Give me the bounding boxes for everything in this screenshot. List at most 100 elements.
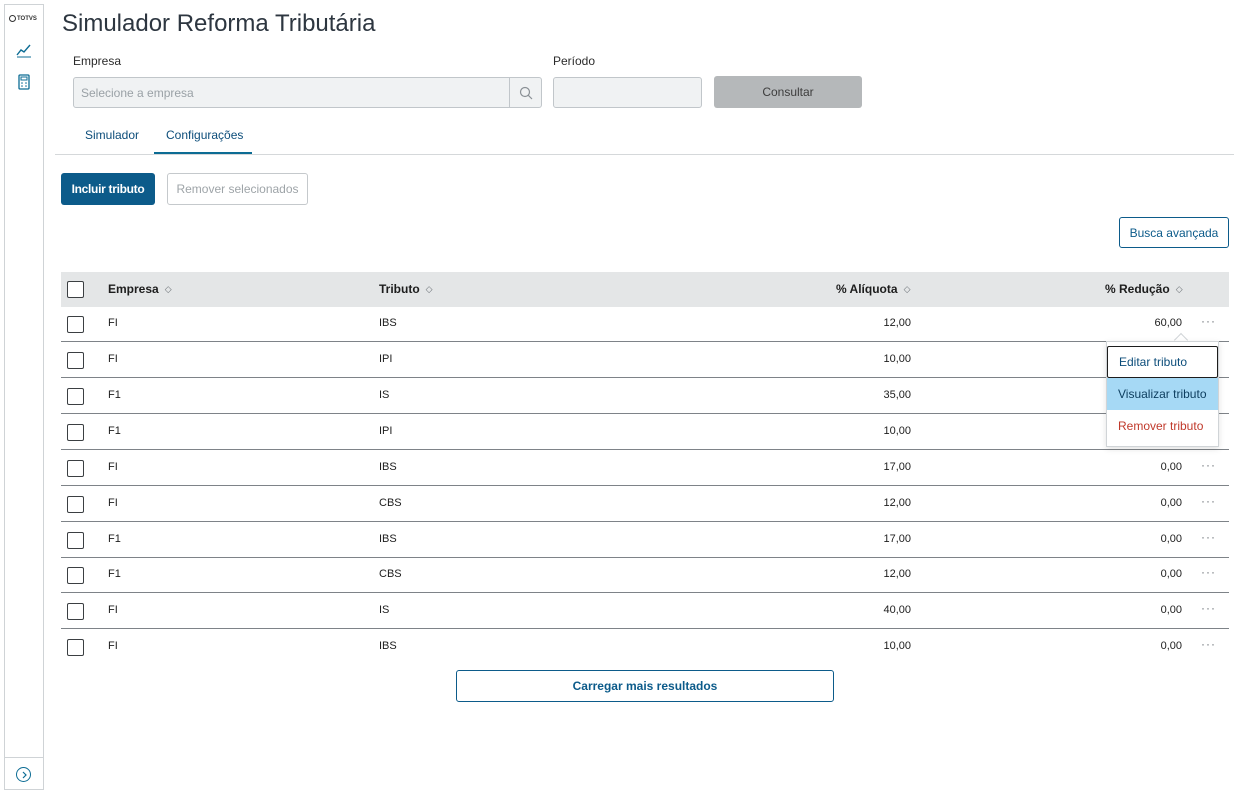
cell-aliquota: 10,00 <box>883 640 911 652</box>
row-actions-icon[interactable]: ··· <box>1201 637 1216 651</box>
row-checkbox[interactable] <box>67 639 84 656</box>
table-row: FI IBS 10,00 0,00 ··· <box>61 629 1229 665</box>
row-actions-icon[interactable]: ··· <box>1201 494 1216 508</box>
cell-empresa: F1 <box>108 568 121 580</box>
cell-aliquota: 40,00 <box>883 604 911 616</box>
table-row: F1 CBS 12,00 0,00 ··· <box>61 557 1229 593</box>
cell-reducao: 0,00 <box>1160 568 1182 580</box>
periodo-input[interactable] <box>553 77 702 108</box>
totvs-logo-text: TOTVS <box>17 15 37 22</box>
row-checkbox[interactable] <box>67 424 84 441</box>
incluir-tributo-button[interactable]: Incluir tributo <box>61 173 155 205</box>
remover-selecionados-button[interactable]: Remover selecionados <box>167 173 308 205</box>
sidebar-footer <box>5 757 43 789</box>
row-actions-menu: Editar tributo Visualizar tributo Remove… <box>1106 341 1219 447</box>
cell-reducao: 0,00 <box>1160 533 1182 545</box>
cell-tributo: CBS <box>379 497 402 509</box>
row-actions-icon[interactable]: ··· <box>1201 565 1216 579</box>
row-checkbox[interactable] <box>67 460 84 477</box>
row-actions-icon[interactable]: ··· <box>1201 530 1216 544</box>
select-all-checkbox[interactable] <box>67 281 84 298</box>
header-reducao[interactable]: % Redução ◇ <box>1105 282 1183 296</box>
empresa-input[interactable]: Selecione a empresa <box>73 77 510 108</box>
cell-reducao: 0,00 <box>1160 497 1182 509</box>
cell-tributo: CBS <box>379 568 402 580</box>
calculator-icon[interactable] <box>15 73 33 91</box>
table-row: FI IBS 12,00 60,00 ··· <box>61 306 1229 342</box>
cell-tributo: IBS <box>379 317 397 329</box>
cell-reducao: 0,00 <box>1160 461 1182 473</box>
cell-empresa: F1 <box>108 389 121 401</box>
cell-tributo: IBS <box>379 461 397 473</box>
header-reducao-label: % Redução <box>1105 282 1170 296</box>
row-checkbox[interactable] <box>67 352 84 369</box>
cell-tributo: IBS <box>379 533 397 545</box>
sort-icon: ◇ <box>903 283 911 294</box>
menu-item-editar[interactable]: Editar tributo <box>1107 346 1218 378</box>
table-row: FI CBS 12,00 0,00 ··· <box>61 486 1229 522</box>
chevron-right-circle-icon[interactable] <box>16 767 31 782</box>
cell-empresa: FI <box>108 353 118 365</box>
empresa-label: Empresa <box>73 54 122 68</box>
cell-empresa: FI <box>108 317 118 329</box>
cell-reducao: 0,00 <box>1160 604 1182 616</box>
cell-empresa: FI <box>108 604 118 616</box>
row-checkbox[interactable] <box>67 603 84 620</box>
cell-empresa: FI <box>108 640 118 652</box>
cell-aliquota: 35,00 <box>883 389 911 401</box>
totvs-logo: TOTVS <box>9 15 37 22</box>
row-checkbox[interactable] <box>67 532 84 549</box>
page-title: Simulador Reforma Tributária <box>62 10 376 37</box>
tab-simulador[interactable]: Simulador <box>85 128 139 142</box>
header-empresa-label: Empresa <box>108 282 159 296</box>
cell-tributo: IS <box>379 389 390 401</box>
consultar-button[interactable]: Consultar <box>714 76 862 108</box>
cell-reducao: 0,00 <box>1160 640 1182 652</box>
tabs-divider <box>55 154 1234 155</box>
totvs-logo-icon <box>9 15 16 22</box>
header-aliquota-label: % Alíquota <box>836 282 898 296</box>
table-row: FI IPI 10,00 <box>61 342 1229 378</box>
header-aliquota[interactable]: % Alíquota ◇ <box>836 282 910 296</box>
cell-reducao: 60,00 <box>1154 317 1182 329</box>
menu-item-visualizar[interactable]: Visualizar tributo <box>1107 378 1218 410</box>
table-row: FI IS 40,00 0,00 ··· <box>61 593 1229 629</box>
cell-empresa: FI <box>108 461 118 473</box>
cell-empresa: F1 <box>108 425 121 437</box>
cell-empresa: FI <box>108 497 118 509</box>
sort-icon: ◇ <box>425 283 433 294</box>
row-checkbox[interactable] <box>67 316 84 333</box>
cell-empresa: F1 <box>108 533 121 545</box>
periodo-label: Período <box>553 54 596 68</box>
menu-item-remover[interactable]: Remover tributo <box>1107 410 1218 442</box>
row-actions-icon[interactable]: ··· <box>1201 601 1216 615</box>
header-tributo[interactable]: Tributo ◇ <box>379 282 433 296</box>
row-checkbox[interactable] <box>67 388 84 405</box>
cell-aliquota: 17,00 <box>883 461 911 473</box>
cell-tributo: IPI <box>379 353 393 365</box>
carregar-mais-button[interactable]: Carregar mais resultados <box>456 670 834 702</box>
row-checkbox[interactable] <box>67 567 84 584</box>
row-actions-icon[interactable]: ··· <box>1201 314 1216 328</box>
tab-configuracoes[interactable]: Configurações <box>166 128 243 142</box>
cell-tributo: IPI <box>379 425 393 437</box>
row-checkbox[interactable] <box>67 496 84 513</box>
sidebar: TOTVS <box>4 4 44 790</box>
table-header: Empresa ◇ Tributo ◇ % Alíquota ◇ % Reduç… <box>61 272 1229 307</box>
header-empresa[interactable]: Empresa ◇ <box>108 282 172 296</box>
cell-aliquota: 17,00 <box>883 533 911 545</box>
cell-tributo: IBS <box>379 640 397 652</box>
table-row: F1 IPI 10,00 <box>61 414 1229 450</box>
row-actions-icon[interactable]: ··· <box>1201 458 1216 472</box>
cell-aliquota: 12,00 <box>883 317 911 329</box>
table-row: FI IBS 17,00 0,00 ··· <box>61 450 1229 486</box>
sort-icon: ◇ <box>164 283 172 294</box>
busca-avancada-button[interactable]: Busca avançada <box>1119 217 1229 248</box>
chart-line-icon[interactable] <box>15 41 33 59</box>
sort-icon: ◇ <box>1175 283 1183 294</box>
cell-aliquota: 10,00 <box>883 353 911 365</box>
search-icon <box>519 86 532 99</box>
search-button[interactable] <box>509 77 542 108</box>
cell-aliquota: 12,00 <box>883 568 911 580</box>
table-row: F1 IBS 17,00 0,00 ··· <box>61 522 1229 558</box>
